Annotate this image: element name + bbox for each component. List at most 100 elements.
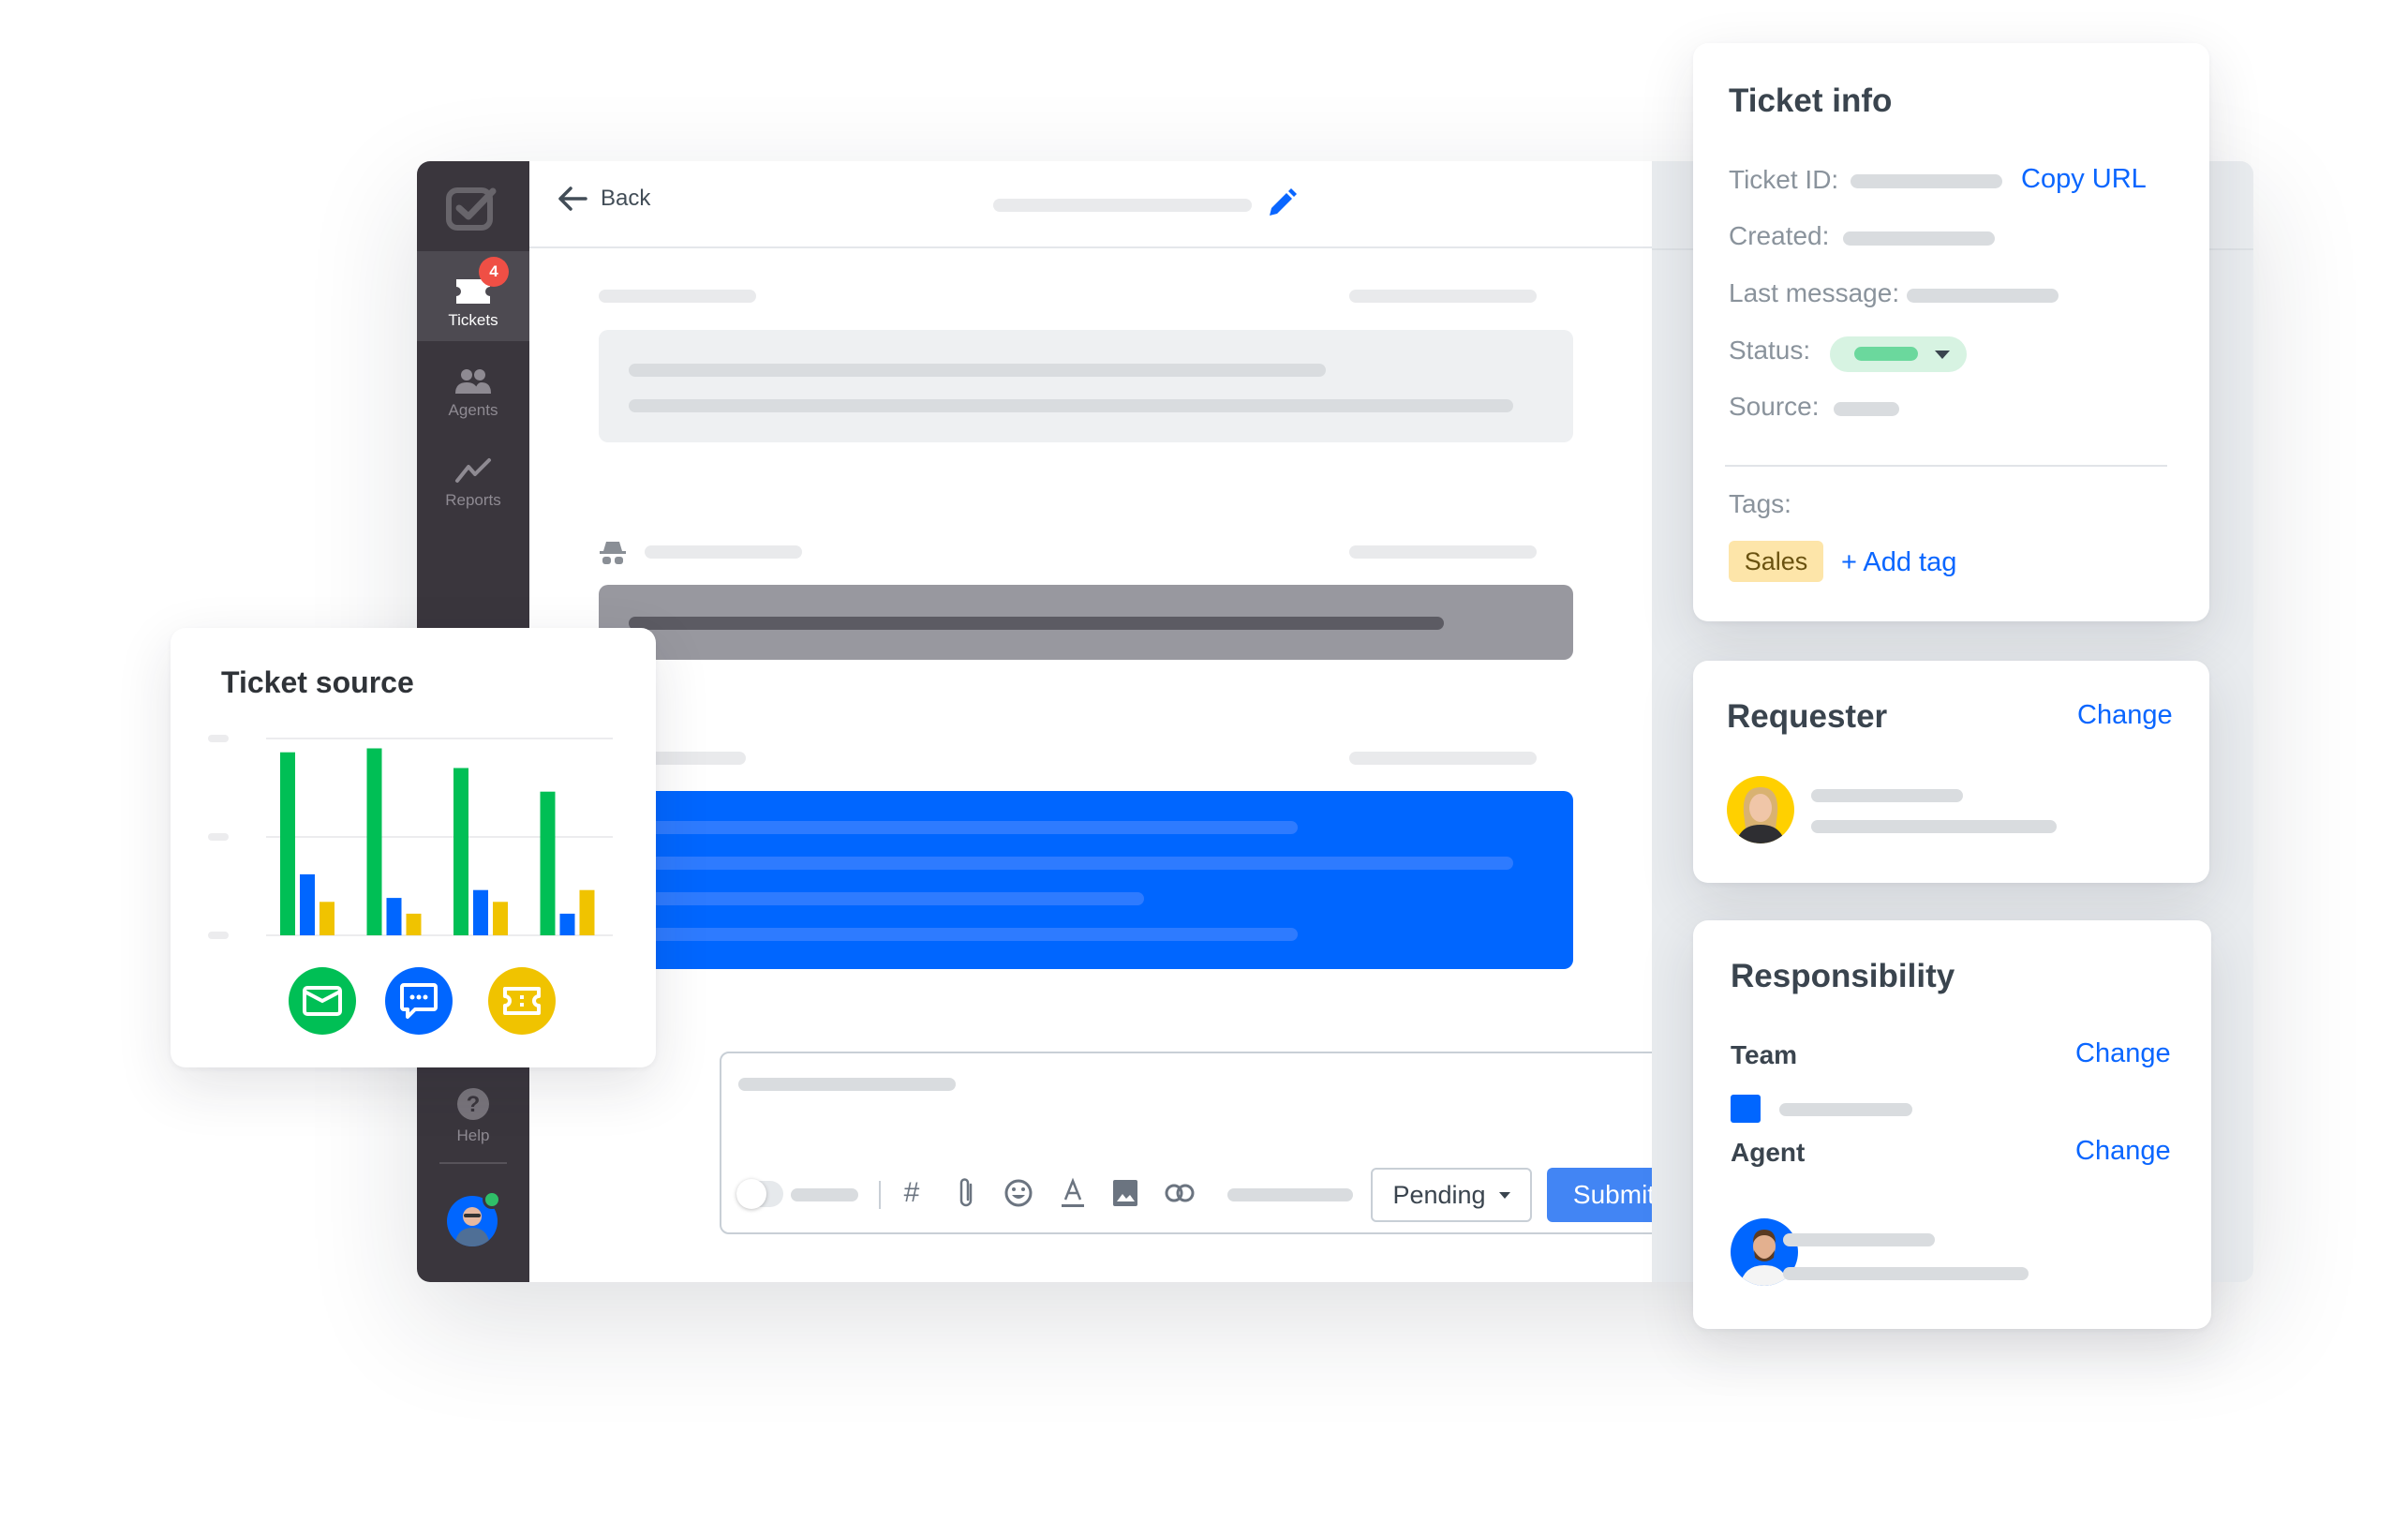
note-time-placeholder: [1349, 545, 1537, 559]
team-label: Team: [1731, 1040, 1798, 1069]
tickets-count-badge: 4: [479, 257, 509, 287]
text-placeholder: [629, 364, 1326, 377]
incognito-icon: [600, 542, 626, 564]
pencil-icon[interactable]: [1266, 187, 1298, 219]
text-placeholder: [629, 892, 1144, 905]
reply-time-placeholder: [1349, 752, 1537, 765]
private-note-message: [599, 585, 1573, 660]
toggle-switch[interactable]: [736, 1179, 783, 1209]
tags-label: Tags:: [1729, 489, 1791, 518]
created-label: Created:: [1729, 221, 1830, 250]
bar-email-3: [453, 768, 468, 935]
ticket-header: Back: [529, 161, 1652, 248]
text-color-icon[interactable]: [1057, 1175, 1089, 1211]
back-label: Back: [601, 186, 651, 211]
ticket-source-card: Ticket source: [171, 628, 656, 1067]
team-change-link[interactable]: Change: [2075, 1038, 2171, 1069]
tag-sales[interactable]: Sales: [1729, 541, 1823, 582]
sidebar-item-reports[interactable]: Reports: [417, 431, 529, 521]
team-color-swatch: [1731, 1095, 1761, 1123]
reports-icon: [455, 458, 491, 483]
online-status-dot: [483, 1190, 501, 1209]
text-placeholder: [629, 821, 1298, 834]
person-photo-icon: [1736, 787, 1785, 843]
bar-ticket-4: [579, 889, 595, 935]
ticket-id-label: Ticket ID:: [1729, 165, 1839, 194]
sidebar-item-label: Reports: [445, 491, 501, 509]
requester-name-placeholder: [1811, 789, 1963, 802]
status-label: Status:: [1729, 336, 1811, 365]
copy-url-link[interactable]: Copy URL: [2021, 164, 2147, 195]
bar-chat-1: [300, 873, 315, 935]
sidebar-item-label: Agents: [448, 401, 498, 419]
agent-email-placeholder: [1783, 1267, 2029, 1280]
agent-reply-message: [599, 791, 1573, 969]
y-tick-label-placeholder: [208, 833, 229, 841]
responsibility-card: Responsibility Team Change Agent Change: [1693, 920, 2211, 1329]
ticket-source-legend: [488, 967, 556, 1035]
sidebar-item-agents[interactable]: Agents: [417, 341, 529, 431]
ticket-id-value-placeholder: [1851, 174, 2002, 188]
sidebar-item-label: Tickets: [448, 311, 498, 329]
bar-chat-4: [559, 913, 575, 935]
hashtag-icon[interactable]: #: [896, 1175, 928, 1211]
text-placeholder: [629, 928, 1298, 941]
arrow-left-icon: [558, 187, 587, 211]
bar-ticket-1: [320, 902, 334, 935]
bar-chat-3: [473, 889, 488, 935]
message-time-placeholder: [1349, 290, 1537, 303]
requester-change-link[interactable]: Change: [2077, 700, 2173, 731]
back-button[interactable]: Back: [557, 186, 650, 212]
source-value-placeholder: [1834, 402, 1899, 416]
add-tag-link[interactable]: + Add tag: [1841, 547, 1956, 578]
link-icon[interactable]: [1164, 1175, 1196, 1211]
email-source-legend: [289, 967, 356, 1035]
sidebar-item-help[interactable]: ? Help: [417, 1087, 529, 1158]
requester-title: Requester: [1727, 698, 1888, 735]
reply-composer[interactable]: # Pending Submit: [720, 1052, 1692, 1234]
divider: [1725, 465, 2167, 467]
last-message-label: Last message:: [1729, 278, 1900, 307]
chat-source-legend: [385, 967, 453, 1035]
bar-email-4: [540, 791, 556, 935]
chart-title: Ticket source: [221, 665, 414, 699]
requester-avatar: [1727, 776, 1794, 843]
text-placeholder: [629, 857, 1513, 870]
ticket-conversation: Back # Pending Submit: [529, 161, 1692, 1282]
caret-down-icon: [1935, 351, 1950, 359]
bar-chat-2: [386, 898, 402, 935]
help-icon: ?: [457, 1088, 489, 1120]
source-label: Source:: [1729, 392, 1820, 421]
svg-text:?: ?: [467, 1092, 481, 1117]
status-dropdown[interactable]: [1830, 336, 1967, 372]
chat-bubble-icon: [400, 983, 438, 1019]
y-tick-label-placeholder: [208, 735, 229, 742]
agent-name-placeholder: [1783, 1233, 1935, 1246]
emoji-icon[interactable]: [1003, 1175, 1034, 1211]
toggle-label-placeholder: [791, 1188, 858, 1201]
created-value-placeholder: [1843, 231, 1995, 246]
bar-ticket-2: [406, 913, 422, 935]
ticket-icon: [503, 987, 541, 1015]
status-select-value: Pending: [1392, 1180, 1486, 1209]
caret-down-icon: [1498, 1191, 1510, 1199]
status-select[interactable]: Pending: [1371, 1168, 1532, 1222]
reply-input-placeholder[interactable]: [738, 1078, 956, 1091]
paperclip-icon[interactable]: [950, 1175, 982, 1211]
bar-ticket-3: [493, 902, 508, 935]
envelope-icon: [303, 986, 342, 1016]
divider: [879, 1181, 881, 1209]
status-value-placeholder: [1854, 347, 1918, 361]
checkbox-logo-icon: [446, 187, 497, 231]
sidebar-item-tickets[interactable]: Tickets 4: [417, 251, 529, 341]
divider: [439, 1162, 507, 1164]
last-message-value-placeholder: [1907, 289, 2059, 303]
image-icon[interactable]: [1109, 1175, 1141, 1211]
note-author-placeholder: [645, 545, 802, 559]
responsibility-title: Responsibility: [1731, 958, 1955, 994]
requester-card: Requester Change: [1693, 661, 2209, 883]
agent-change-link[interactable]: Change: [2075, 1136, 2171, 1167]
team-name-placeholder: [1779, 1103, 1912, 1116]
agent-label: Agent: [1731, 1138, 1806, 1167]
ticket-info-title: Ticket info: [1729, 82, 1893, 119]
